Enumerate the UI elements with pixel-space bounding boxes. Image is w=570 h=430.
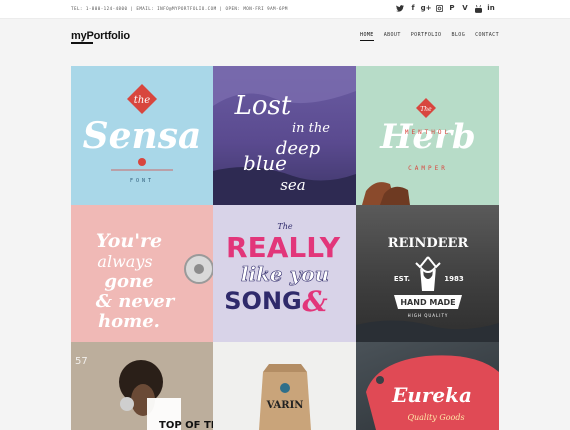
reindeer-artwork: REINDEER EST. 1983 HAND MADE HIGH QUALIT…: [356, 236, 499, 342]
lost-sea-artwork: Lost in the deep blue sea: [213, 66, 356, 205]
portfolio-item-lost-sea[interactable]: Lost in the deep blue sea: [213, 66, 356, 205]
reindeer-quality-text: HIGH QUALITY: [408, 313, 449, 318]
portrait-number-text: 57: [75, 356, 88, 367]
portrait-caption-text: TOP OF THE: [159, 420, 213, 430]
pinterest-icon[interactable]: P: [448, 4, 456, 13]
really-the-text: The: [277, 222, 292, 231]
portfolio-item-eureka[interactable]: Eureka Quality Goods: [356, 342, 499, 430]
reindeer-est-text: EST.: [394, 275, 410, 283]
nav-about[interactable]: ABOUT: [384, 32, 401, 41]
reindeer-handmade-text: HAND MADE: [400, 298, 455, 307]
contact-info: TEL: 1-800-124-4800 | EMAIL: INFO@MYPORT…: [71, 6, 288, 11]
eureka-title-text: Eureka: [391, 383, 472, 407]
main-nav: HOME ABOUT PORTFOLIO BLOG CONTACT: [360, 32, 499, 41]
sensa-the-text: the: [134, 95, 150, 106]
herb-the-text: The: [420, 106, 432, 113]
gone-line4: & never: [96, 291, 176, 312]
portfolio-item-varin-bag[interactable]: VARIN: [213, 342, 356, 430]
portfolio-grid: the Sensa FONT Lost in the deep blue sea…: [71, 66, 499, 430]
herb-title-text: Herb: [379, 117, 475, 157]
nav-portfolio[interactable]: PORTFOLIO: [411, 32, 442, 41]
really-amp-text: &: [302, 285, 327, 318]
linkedin-icon[interactable]: in: [487, 4, 495, 13]
portfolio-item-really-like-you[interactable]: The REALLY like you SONG &: [213, 205, 356, 342]
lost-line1: Lost: [234, 91, 292, 121]
portfolio-item-herb[interactable]: The Herb MENTHOL CAMPER: [356, 66, 499, 205]
lost-line5: sea: [280, 176, 306, 194]
really-song-text: SONG: [224, 287, 301, 315]
site-logo[interactable]: myPortfolio: [71, 30, 130, 42]
reindeer-year-text: 1983: [444, 275, 464, 283]
eureka-sub-text: Quality Goods: [407, 413, 464, 422]
twitter-icon[interactable]: [396, 4, 404, 13]
really-title-text: REALLY: [226, 231, 341, 264]
youtube-icon[interactable]: [474, 4, 482, 13]
nav-contact[interactable]: CONTACT: [475, 32, 499, 41]
facebook-icon[interactable]: f: [409, 4, 417, 13]
google-plus-icon[interactable]: g+: [421, 4, 432, 13]
reindeer-title-text: REINDEER: [388, 236, 469, 251]
really-artwork: The REALLY like you SONG &: [224, 222, 341, 318]
portfolio-item-reindeer[interactable]: REINDEER EST. 1983 HAND MADE HIGH QUALIT…: [356, 205, 499, 342]
always-gone-artwork: You're always gone & never home.: [96, 230, 213, 332]
varin-artwork: VARIN: [259, 364, 311, 430]
really-like-text: like you: [241, 262, 329, 286]
social-links: f g+ P V in: [396, 4, 495, 13]
lost-line4: blue: [243, 151, 287, 175]
portfolio-item-portrait[interactable]: 57 TOP OF THE: [71, 342, 213, 430]
gone-line2: always: [97, 252, 152, 271]
instagram-icon[interactable]: [435, 4, 443, 13]
sensa-title-text: Sensa: [83, 115, 202, 157]
lost-line2: in the: [292, 121, 330, 136]
logo-underline: [71, 42, 93, 44]
sensa-sub-text: FONT: [130, 178, 154, 184]
top-info-bar: TEL: 1-800-124-4800 | EMAIL: INFO@MYPORT…: [0, 0, 570, 19]
eureka-artwork: Eureka Quality Goods: [366, 355, 499, 430]
portfolio-item-always-gone[interactable]: You're always gone & never home.: [71, 205, 213, 342]
sensa-artwork: the Sensa FONT: [83, 84, 202, 184]
portrait-artwork: 57 TOP OF THE: [75, 356, 213, 430]
varin-text: VARIN: [266, 400, 304, 411]
herb-menthol-text: MENTHOL: [405, 129, 451, 136]
gone-line1: You're: [96, 230, 162, 252]
herb-artwork: The Herb MENTHOL CAMPER: [362, 98, 476, 205]
nav-home[interactable]: HOME: [360, 32, 374, 41]
herb-camper-text: CAMPER: [408, 165, 448, 172]
gone-line3: gone: [104, 271, 153, 292]
portfolio-item-sensa[interactable]: the Sensa FONT: [71, 66, 213, 205]
vimeo-icon[interactable]: V: [461, 4, 469, 13]
site-header: myPortfolio HOME ABOUT PORTFOLIO BLOG CO…: [0, 19, 570, 65]
nav-blog[interactable]: BLOG: [451, 32, 465, 41]
gone-line5: home.: [98, 311, 160, 332]
